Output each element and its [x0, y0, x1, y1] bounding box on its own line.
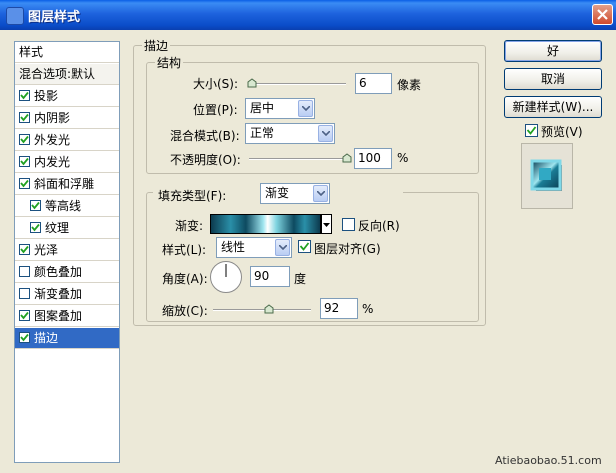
sidebar-item-inner-shadow[interactable]: 内阴影 — [15, 108, 119, 129]
sidebar-item-label: 描边 — [34, 331, 59, 345]
gradient-dropdown[interactable] — [321, 214, 332, 234]
new-style-button[interactable]: 新建样式(W)... — [504, 96, 602, 118]
blend-options-item[interactable]: 混合选项:默认 — [15, 64, 119, 85]
sidebar-item-label: 等高线 — [45, 199, 82, 213]
scale-slider-track[interactable] — [213, 309, 311, 311]
gradient-style-select-value: 线性 — [221, 240, 246, 254]
cancel-button[interactable]: 取消 — [504, 68, 602, 90]
sidebar-item-label: 渐变叠加 — [34, 287, 83, 301]
sidebar-item-pattern-overlay[interactable]: 图案叠加 — [15, 306, 119, 327]
texture-checkbox[interactable] — [30, 222, 41, 233]
app-icon — [6, 7, 24, 25]
fill-type-select-value: 渐变 — [265, 186, 290, 200]
close-icon — [597, 9, 608, 20]
gradient-overlay-checkbox[interactable] — [19, 288, 30, 299]
contour-checkbox[interactable] — [30, 200, 41, 211]
blend-mode-select[interactable]: 正常 — [245, 123, 335, 144]
position-label: 位置(P): — [193, 103, 238, 117]
opacity-slider-track[interactable] — [249, 158, 347, 160]
sidebar-item-label: 纹理 — [45, 221, 70, 235]
reverse-checkbox[interactable] — [342, 218, 355, 231]
sidebar-item-label: 内阴影 — [34, 111, 71, 125]
outer-glow-checkbox[interactable] — [19, 134, 30, 145]
watermark: Atiebaobao.51.com — [495, 454, 602, 467]
chevron-down-icon — [323, 223, 330, 227]
window-title: 图层样式 — [28, 10, 81, 25]
sidebar-item-label: 外发光 — [34, 133, 71, 147]
sidebar-item-label: 投影 — [34, 89, 59, 103]
sidebar-item-outer-glow[interactable]: 外发光 — [15, 130, 119, 151]
stroke-checkbox[interactable] — [19, 332, 30, 343]
structure-group-title: 结构 — [157, 56, 182, 70]
sidebar-item-contour[interactable]: 等高线 — [15, 196, 119, 217]
sidebar-item-satin[interactable]: 光泽 — [15, 240, 119, 261]
size-input[interactable]: 6 — [355, 73, 392, 94]
chevron-down-icon — [298, 100, 313, 117]
style-thumbnail — [530, 159, 562, 191]
blend-mode-select-value: 正常 — [250, 126, 275, 140]
preview-label[interactable]: 预览(V) — [541, 123, 583, 140]
angle-dial-needle — [225, 264, 227, 277]
bevel-emboss-checkbox[interactable] — [19, 178, 30, 189]
style-preview-swatch — [521, 143, 573, 209]
sidebar-item-gradient-overlay[interactable]: 渐变叠加 — [15, 284, 119, 305]
size-slider-thumb[interactable] — [247, 78, 257, 88]
blend-mode-label: 混合模式(B): — [170, 129, 240, 143]
scale-unit: % — [362, 302, 374, 316]
opacity-slider-thumb[interactable] — [342, 153, 352, 163]
style-label: 样式(L): — [162, 243, 207, 257]
scale-input[interactable]: 92 — [320, 298, 358, 319]
chevron-down-icon — [313, 185, 328, 202]
align-layer-label[interactable]: 图层对齐(G) — [314, 240, 381, 257]
chevron-down-icon — [275, 239, 290, 256]
ok-button[interactable]: 好 — [504, 40, 602, 62]
inner-glow-checkbox[interactable] — [19, 156, 30, 167]
styles-list: 样式 混合选项:默认 投影 内阴影 外发光 内发光 斜面和浮雕 等高线 纹理 光… — [14, 41, 120, 463]
fill-type-select[interactable]: 渐变 — [260, 183, 330, 204]
opacity-label: 不透明度(O): — [170, 153, 241, 167]
angle-input[interactable]: 90 — [250, 266, 290, 287]
drop-shadow-checkbox[interactable] — [19, 90, 30, 101]
sidebar-item-label: 图案叠加 — [34, 309, 83, 323]
size-label: 大小(S): — [193, 77, 239, 91]
reverse-label[interactable]: 反向(R) — [358, 217, 400, 234]
title-bar[interactable]: 图层样式 — [0, 0, 616, 30]
sidebar-item-label: 颜色叠加 — [34, 265, 83, 279]
scale-slider-thumb[interactable] — [264, 304, 274, 314]
sidebar-item-inner-glow[interactable]: 内发光 — [15, 152, 119, 173]
pattern-overlay-checkbox[interactable] — [19, 310, 30, 321]
fill-type-label: 填充类型(F): — [158, 189, 227, 203]
sidebar-item-label: 内发光 — [34, 155, 71, 169]
sidebar-item-label: 光泽 — [34, 243, 59, 257]
angle-dial[interactable] — [210, 261, 242, 293]
styles-header[interactable]: 样式 — [15, 42, 119, 63]
chevron-down-icon — [318, 125, 333, 142]
sidebar-item-drop-shadow[interactable]: 投影 — [15, 86, 119, 107]
scale-label: 缩放(C): — [162, 304, 208, 318]
sidebar-item-label: 斜面和浮雕 — [34, 177, 95, 191]
preview-checkbox[interactable] — [525, 124, 538, 137]
close-button[interactable] — [592, 4, 613, 25]
gradient-style-select[interactable]: 线性 — [216, 237, 292, 258]
position-select[interactable]: 居中 — [245, 98, 315, 119]
opacity-input[interactable]: 100 — [354, 148, 392, 169]
sidebar-item-texture[interactable]: 纹理 — [15, 218, 119, 239]
angle-label: 角度(A): — [162, 272, 208, 286]
inner-shadow-checkbox[interactable] — [19, 112, 30, 123]
sidebar-item-color-overlay[interactable]: 颜色叠加 — [15, 262, 119, 283]
size-slider-track[interactable] — [250, 83, 346, 85]
angle-unit: 度 — [294, 272, 307, 286]
color-overlay-checkbox[interactable] — [19, 266, 30, 277]
opacity-unit: % — [397, 151, 409, 165]
stroke-group-title: 描边 — [144, 39, 169, 53]
gradient-preview[interactable] — [210, 214, 321, 234]
gradient-label: 渐变: — [175, 219, 204, 233]
sidebar-item-bevel-emboss[interactable]: 斜面和浮雕 — [15, 174, 119, 195]
size-unit: 像素 — [397, 78, 422, 92]
align-layer-checkbox[interactable] — [298, 240, 311, 253]
position-select-value: 居中 — [250, 101, 275, 115]
satin-checkbox[interactable] — [19, 244, 30, 255]
sidebar-item-stroke[interactable]: 描边 — [15, 328, 119, 349]
